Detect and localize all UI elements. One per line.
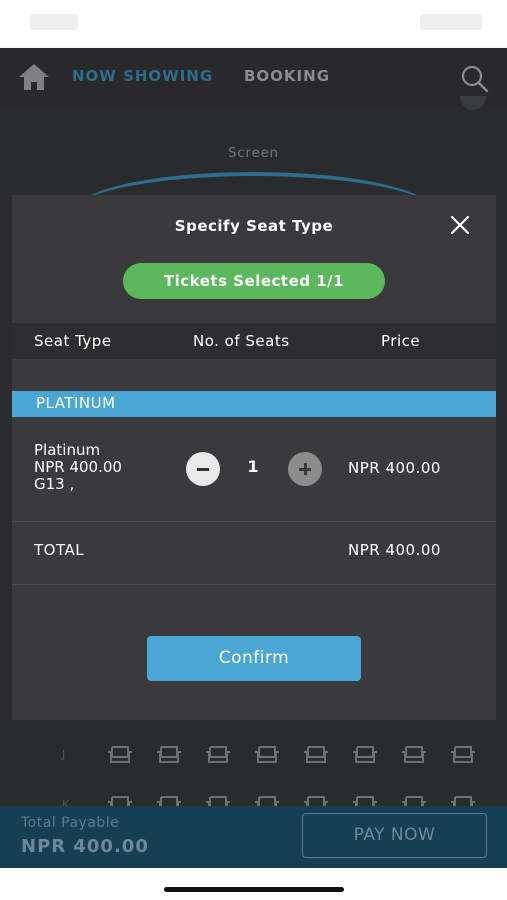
seat-icon[interactable]: [401, 794, 427, 806]
seat-quantity: 1: [247, 457, 259, 476]
row-price: NPR 400.00: [348, 459, 441, 477]
seat-icon[interactable]: [107, 744, 133, 764]
divider: [12, 584, 496, 585]
seat-icon[interactable]: [205, 794, 231, 806]
seat-icon[interactable]: [156, 744, 182, 764]
seat-type-info: Platinum NPR 400.00 G13 ,: [34, 442, 122, 493]
nav-now-showing[interactable]: NOW SHOWING: [72, 67, 213, 85]
search-icon[interactable]: [460, 64, 490, 94]
divider: [12, 521, 496, 522]
total-value: NPR 400.00: [348, 541, 441, 559]
close-icon[interactable]: [448, 213, 472, 237]
total-label: TOTAL: [34, 541, 85, 559]
seat-icon[interactable]: [107, 794, 133, 806]
seat-icon[interactable]: [303, 744, 329, 764]
seat-row-k: K: [0, 792, 507, 806]
modal-title: Specify Seat Type: [174, 217, 334, 235]
seat-type-modal: Specify Seat Type Tickets Selected 1/1 S…: [12, 195, 496, 720]
column-no-of-seats: No. of Seats: [193, 332, 290, 350]
seat-icon[interactable]: [401, 744, 427, 764]
increase-quantity-button[interactable]: [288, 452, 322, 486]
confirm-button[interactable]: Confirm: [147, 636, 361, 681]
seat-icon[interactable]: [254, 744, 280, 764]
table-header: Seat Type No. of Seats Price: [12, 323, 496, 359]
status-time-blur: [30, 14, 78, 30]
seat-icon[interactable]: [450, 744, 476, 764]
section-header-platinum: PLATINUM: [12, 391, 496, 417]
total-payable-value: NPR 400.00: [21, 836, 149, 857]
row-letter: J: [62, 748, 66, 761]
seat-icon[interactable]: [205, 744, 231, 764]
seat-icon[interactable]: [352, 794, 378, 806]
total-payable-label: Total Payable: [21, 815, 120, 831]
seat-icon[interactable]: [254, 794, 280, 806]
nav-booking[interactable]: BOOKING: [244, 67, 330, 85]
column-seat-type: Seat Type: [34, 332, 112, 350]
status-icons-blur: [420, 14, 482, 30]
payment-bar: Total Payable NPR 400.00 PAY NOW: [0, 806, 507, 868]
tickets-selected-badge: Tickets Selected 1/1: [123, 263, 385, 299]
screen-label: Screen: [228, 146, 279, 161]
seat-unit-price: NPR 400.00: [34, 458, 122, 476]
seat-row-j: J: [0, 742, 507, 772]
home-indicator-area: [0, 868, 507, 900]
seat-icon[interactable]: [352, 744, 378, 764]
home-icon[interactable]: [16, 62, 52, 92]
seat-type-name: Platinum: [34, 441, 101, 459]
status-bar: [0, 0, 507, 48]
seat-icon[interactable]: [450, 794, 476, 806]
app-header: NOW SHOWING BOOKING: [0, 48, 507, 106]
seat-icon[interactable]: [303, 794, 329, 806]
row-letter: K: [62, 798, 70, 806]
home-indicator[interactable]: [164, 887, 344, 892]
seat-icon[interactable]: [156, 794, 182, 806]
section-label: PLATINUM: [36, 394, 116, 412]
decrease-quantity-button[interactable]: [186, 452, 220, 486]
pay-now-button[interactable]: PAY NOW: [302, 813, 487, 858]
selected-seats: G13 ,: [34, 475, 75, 493]
column-price: Price: [381, 332, 421, 350]
